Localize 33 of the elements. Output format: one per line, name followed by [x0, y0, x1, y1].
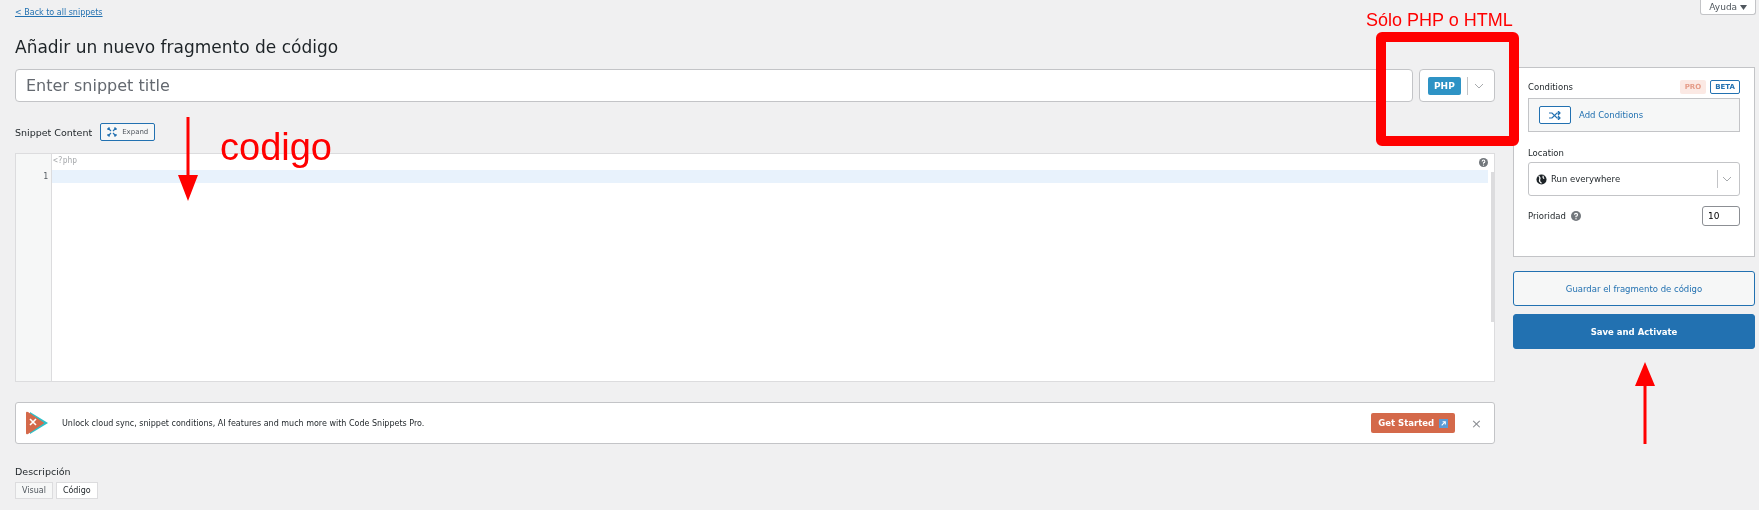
caret-icon — [1740, 5, 1747, 10]
content-label: Snippet Content — [15, 126, 93, 138]
editor-tab[interactable]: Código — [55, 482, 98, 499]
expand-icon — [107, 127, 118, 137]
shuffle-icon — [1549, 110, 1561, 120]
php-open-tag: <?php — [53, 156, 78, 165]
location-select[interactable]: Run everywhere — [1528, 162, 1740, 196]
globe-icon — [1536, 173, 1547, 185]
chevron-icon — [1722, 176, 1732, 182]
conditions-label: Conditions — [1528, 82, 1574, 92]
external-link-icon — [1439, 418, 1449, 428]
priority-label: Prioridad — [1528, 211, 1566, 221]
help-icon[interactable] — [1570, 211, 1581, 221]
line-number: 1 — [42, 172, 48, 181]
save-button[interactable]: Guardar el fragmento de código — [1513, 271, 1755, 306]
help-dropdown[interactable]: Ayuda — [1700, 0, 1756, 15]
promo-text: Unlock cloud sync, snippet conditions, AI features and much more with Code Snippets Pro. — [62, 418, 426, 428]
description-label: Descripción — [15, 466, 72, 477]
language-badge: PHP — [1428, 76, 1461, 95]
back-link[interactable]: < Back to all snippets — [15, 8, 103, 17]
annotation-text: Sólo PHP o HTML — [1366, 11, 1513, 29]
priority-field[interactable]: 10 — [1702, 206, 1740, 226]
chevron-icon — [1473, 82, 1484, 89]
location-label: Location — [1528, 148, 1565, 158]
close-button[interactable]: × — [1467, 415, 1486, 431]
get-started-button[interactable]: Get Started — [1371, 413, 1456, 433]
add-conditions-button[interactable]: Add Conditions — [1579, 110, 1644, 120]
save-activate-button[interactable]: Save and Activate — [1513, 314, 1755, 349]
page-title: Añadir un nuevo fragmento de código — [15, 37, 340, 57]
help-icon[interactable] — [1479, 158, 1488, 167]
title-field[interactable]: Enter snippet title — [15, 69, 1413, 102]
editor-tab[interactable]: Visual — [15, 482, 53, 499]
logo-icon — [24, 410, 50, 436]
